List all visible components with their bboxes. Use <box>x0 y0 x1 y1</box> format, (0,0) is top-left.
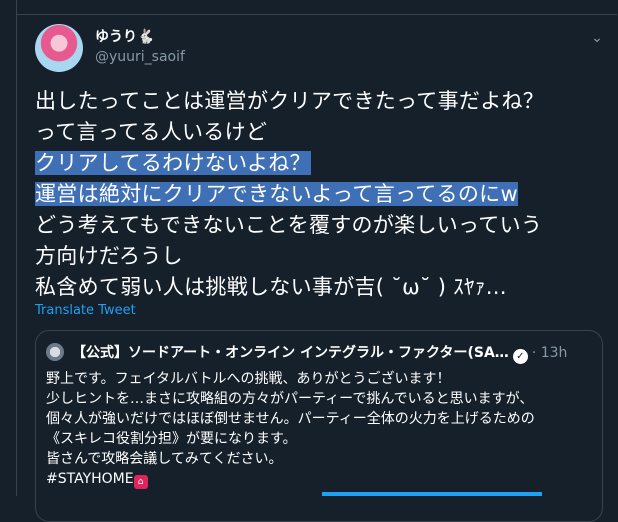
display-name[interactable]: ゆうり🐇 <box>95 28 185 46</box>
quoted-line: 皆さんで攻略会議してみてください。 <box>46 451 283 467</box>
quoted-line: 《スキレコ役割分担》が要になります。 <box>46 431 297 447</box>
quoted-header: 【公式】ソードアート・オンライン インテグラル・ファクター(SA… ✓ · 13h <box>72 342 592 364</box>
tweet-line-highlighted: クリアしてるわけないよね？ <box>35 151 311 175</box>
tweet-line: 出したってことは運営がクリアできたって事だよね？ <box>35 89 545 113</box>
author-block[interactable]: ゆうり🐇 @yuuri_saoif <box>95 28 185 66</box>
chevron-down-icon[interactable]: ⌄ <box>589 30 605 46</box>
quoted-line: 個々人が強いだけではほぼ倒せません。パーティー全体の火力を上げるための <box>46 411 535 427</box>
quoted-timestamp[interactable]: · 13h <box>532 345 568 361</box>
tweet-line-highlighted: 運営は絶対にクリアできないよって言ってるのにw <box>35 182 518 206</box>
username[interactable]: @yuuri_saoif <box>95 48 185 66</box>
tweet-card[interactable]: ゆうり🐇 @yuuri_saoif ⌄ 出したってことは運営がクリアできたって事… <box>16 0 617 522</box>
translate-tweet-link[interactable]: Translate Tweet <box>35 303 136 318</box>
tweet-text: 出したってことは運営がクリアできたって事だよね？ って言ってる人いるけど クリア… <box>35 86 605 303</box>
avatar[interactable] <box>35 24 83 72</box>
hashtag-link[interactable]: #STAYHOME <box>46 471 134 487</box>
quoted-line: 少しヒントを…まさに攻略組の方々がパーティーで挑んでいると思いますが、 <box>46 391 534 407</box>
tweet-line: 私含めて弱い人は挑戦しない事が吉( ˘ω˘ ) ｽﾔｧ… <box>35 275 507 299</box>
quoted-display-name[interactable]: 【公式】ソードアート・オンライン インテグラル・ファクター(SA… <box>72 345 509 361</box>
tweet-line: 方向けだろうし <box>35 244 183 268</box>
quoted-avatar[interactable] <box>46 343 64 361</box>
bottom-accent-bar <box>322 492 542 496</box>
quoted-text: 野上です。フェイタルバトルへの挑戦、ありがとうございます！ 少しヒントを…まさに… <box>46 369 594 489</box>
stayhome-house-icon: ⌂ <box>133 475 148 489</box>
quoted-line: 野上です。フェイタルバトルへの挑戦、ありがとうございます！ <box>46 371 451 387</box>
verified-badge-icon: ✓ <box>512 349 528 364</box>
divider <box>17 14 617 15</box>
quoted-hashtag-line: #STAYHOME ⌂ <box>46 469 594 489</box>
tweet-line: どう考えてもできないことを覆すのが楽しいっていう <box>35 213 543 237</box>
tweet-line: って言ってる人いるけど <box>35 120 268 144</box>
